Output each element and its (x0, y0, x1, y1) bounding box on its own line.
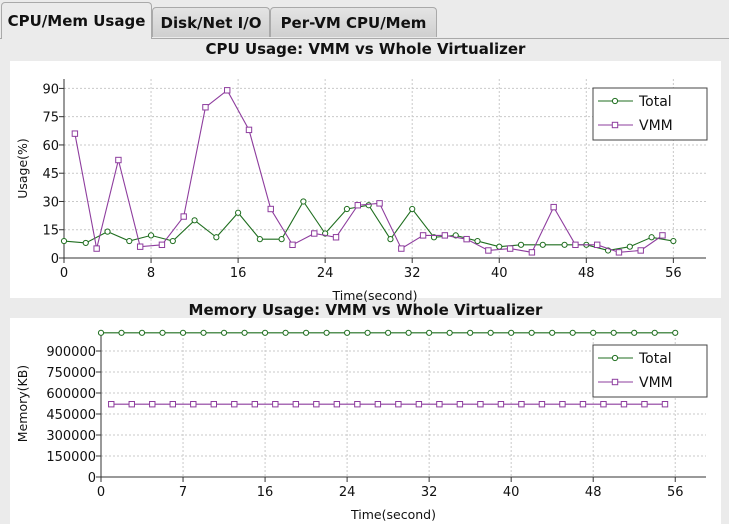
data-point-total (97, 329, 105, 336)
data-point-total (385, 329, 392, 336)
x-tick-label: 48 (585, 485, 602, 500)
data-point-total (261, 329, 269, 336)
data-point-vmm (251, 401, 259, 408)
y-tick-label: 450000 (46, 408, 96, 423)
data-point-vmm (415, 401, 423, 408)
data-point-total (364, 329, 371, 336)
data-point-total (508, 329, 515, 336)
data-point-vmm (538, 401, 546, 408)
y-tick-label: 150000 (46, 450, 96, 465)
data-point-total (467, 329, 474, 336)
data-point-vmm (641, 401, 648, 408)
data-point-vmm (395, 401, 402, 408)
data-point-vmm (333, 401, 341, 408)
data-point-total (220, 329, 228, 336)
data-point-vmm (231, 401, 238, 408)
tab-cpu-mem-usage[interactable]: CPU/Mem Usage (1, 2, 152, 39)
data-point-vmm (272, 401, 279, 408)
x-tick-label: 32 (421, 485, 438, 500)
y-tick-label: 750000 (46, 366, 96, 381)
y-tick-label: 300000 (46, 429, 96, 444)
tab-bar: CPU/Mem Usage Disk/Net I/O Per-VM CPU/Me… (0, 0, 729, 39)
data-point-vmm (456, 401, 464, 408)
data-point-total (282, 329, 289, 336)
x-axis-label: Time(second) (350, 507, 436, 522)
data-point-vmm (661, 401, 669, 408)
data-point-vmm (313, 401, 320, 408)
data-point-total (241, 329, 248, 336)
data-point-vmm (497, 401, 505, 408)
data-point-total (179, 329, 187, 336)
y-tick-label: 600000 (46, 387, 96, 402)
legend-marker-vmm (611, 378, 619, 386)
data-point-total (569, 329, 576, 336)
data-point-total (672, 329, 679, 336)
data-point-vmm (292, 401, 300, 408)
data-point-total (549, 329, 556, 336)
memory-usage-chart: Memory Usage: VMM vs Whole Virtualizer 0 7… (10, 301, 721, 524)
data-point-total (323, 329, 330, 336)
y-tick-label: 0 (88, 471, 96, 486)
x-tick-label: 16 (257, 485, 274, 500)
x-tick-label: 7 (179, 485, 187, 500)
data-point-vmm (354, 401, 361, 408)
legend-label-vmm: VMM (639, 375, 673, 391)
data-point-vmm (108, 401, 115, 408)
data-point-total (426, 329, 433, 336)
data-point-vmm (620, 401, 628, 408)
data-point-total (631, 329, 638, 336)
legend-label-total: Total (638, 351, 672, 367)
data-point-total (487, 329, 494, 336)
data-point-vmm (477, 401, 484, 408)
data-point-vmm (149, 401, 156, 408)
data-point-vmm (600, 401, 607, 408)
data-point-vmm (169, 401, 176, 408)
y-axis-label: Memory(KB) (15, 365, 30, 442)
data-point-vmm (190, 401, 197, 408)
data-point-vmm (436, 401, 443, 408)
legend-marker-total (611, 354, 619, 362)
data-point-total (344, 329, 351, 336)
data-point-total (528, 329, 535, 336)
x-tick-label: 40 (503, 485, 520, 500)
data-point-total (159, 329, 166, 336)
data-point-total (651, 329, 658, 336)
x-tick-label: 56 (667, 485, 684, 500)
tab-disk-net-io[interactable]: Disk/Net I/O (152, 7, 270, 37)
x-tick-label: 24 (339, 485, 356, 500)
data-point-total (405, 329, 412, 336)
x-tick-label: 0 (97, 485, 105, 500)
data-point-vmm (559, 401, 566, 408)
y-tick-label: 900000 (46, 345, 96, 360)
data-point-total (610, 329, 617, 336)
data-point-total (138, 329, 146, 336)
data-point-total (590, 329, 597, 336)
data-point-vmm (374, 401, 382, 408)
data-point-total (302, 329, 310, 336)
data-point-vmm (579, 401, 587, 408)
data-point-vmm (518, 401, 525, 408)
data-point-vmm (128, 401, 135, 408)
data-point-total (200, 329, 207, 336)
chart-title: Memory Usage: VMM vs Whole Virtualizer (189, 301, 544, 319)
data-point-total (446, 329, 453, 336)
data-point-vmm (210, 401, 217, 408)
data-point-total (118, 329, 125, 336)
tab-per-vm-cpu-mem[interactable]: Per-VM CPU/Mem (270, 7, 437, 37)
